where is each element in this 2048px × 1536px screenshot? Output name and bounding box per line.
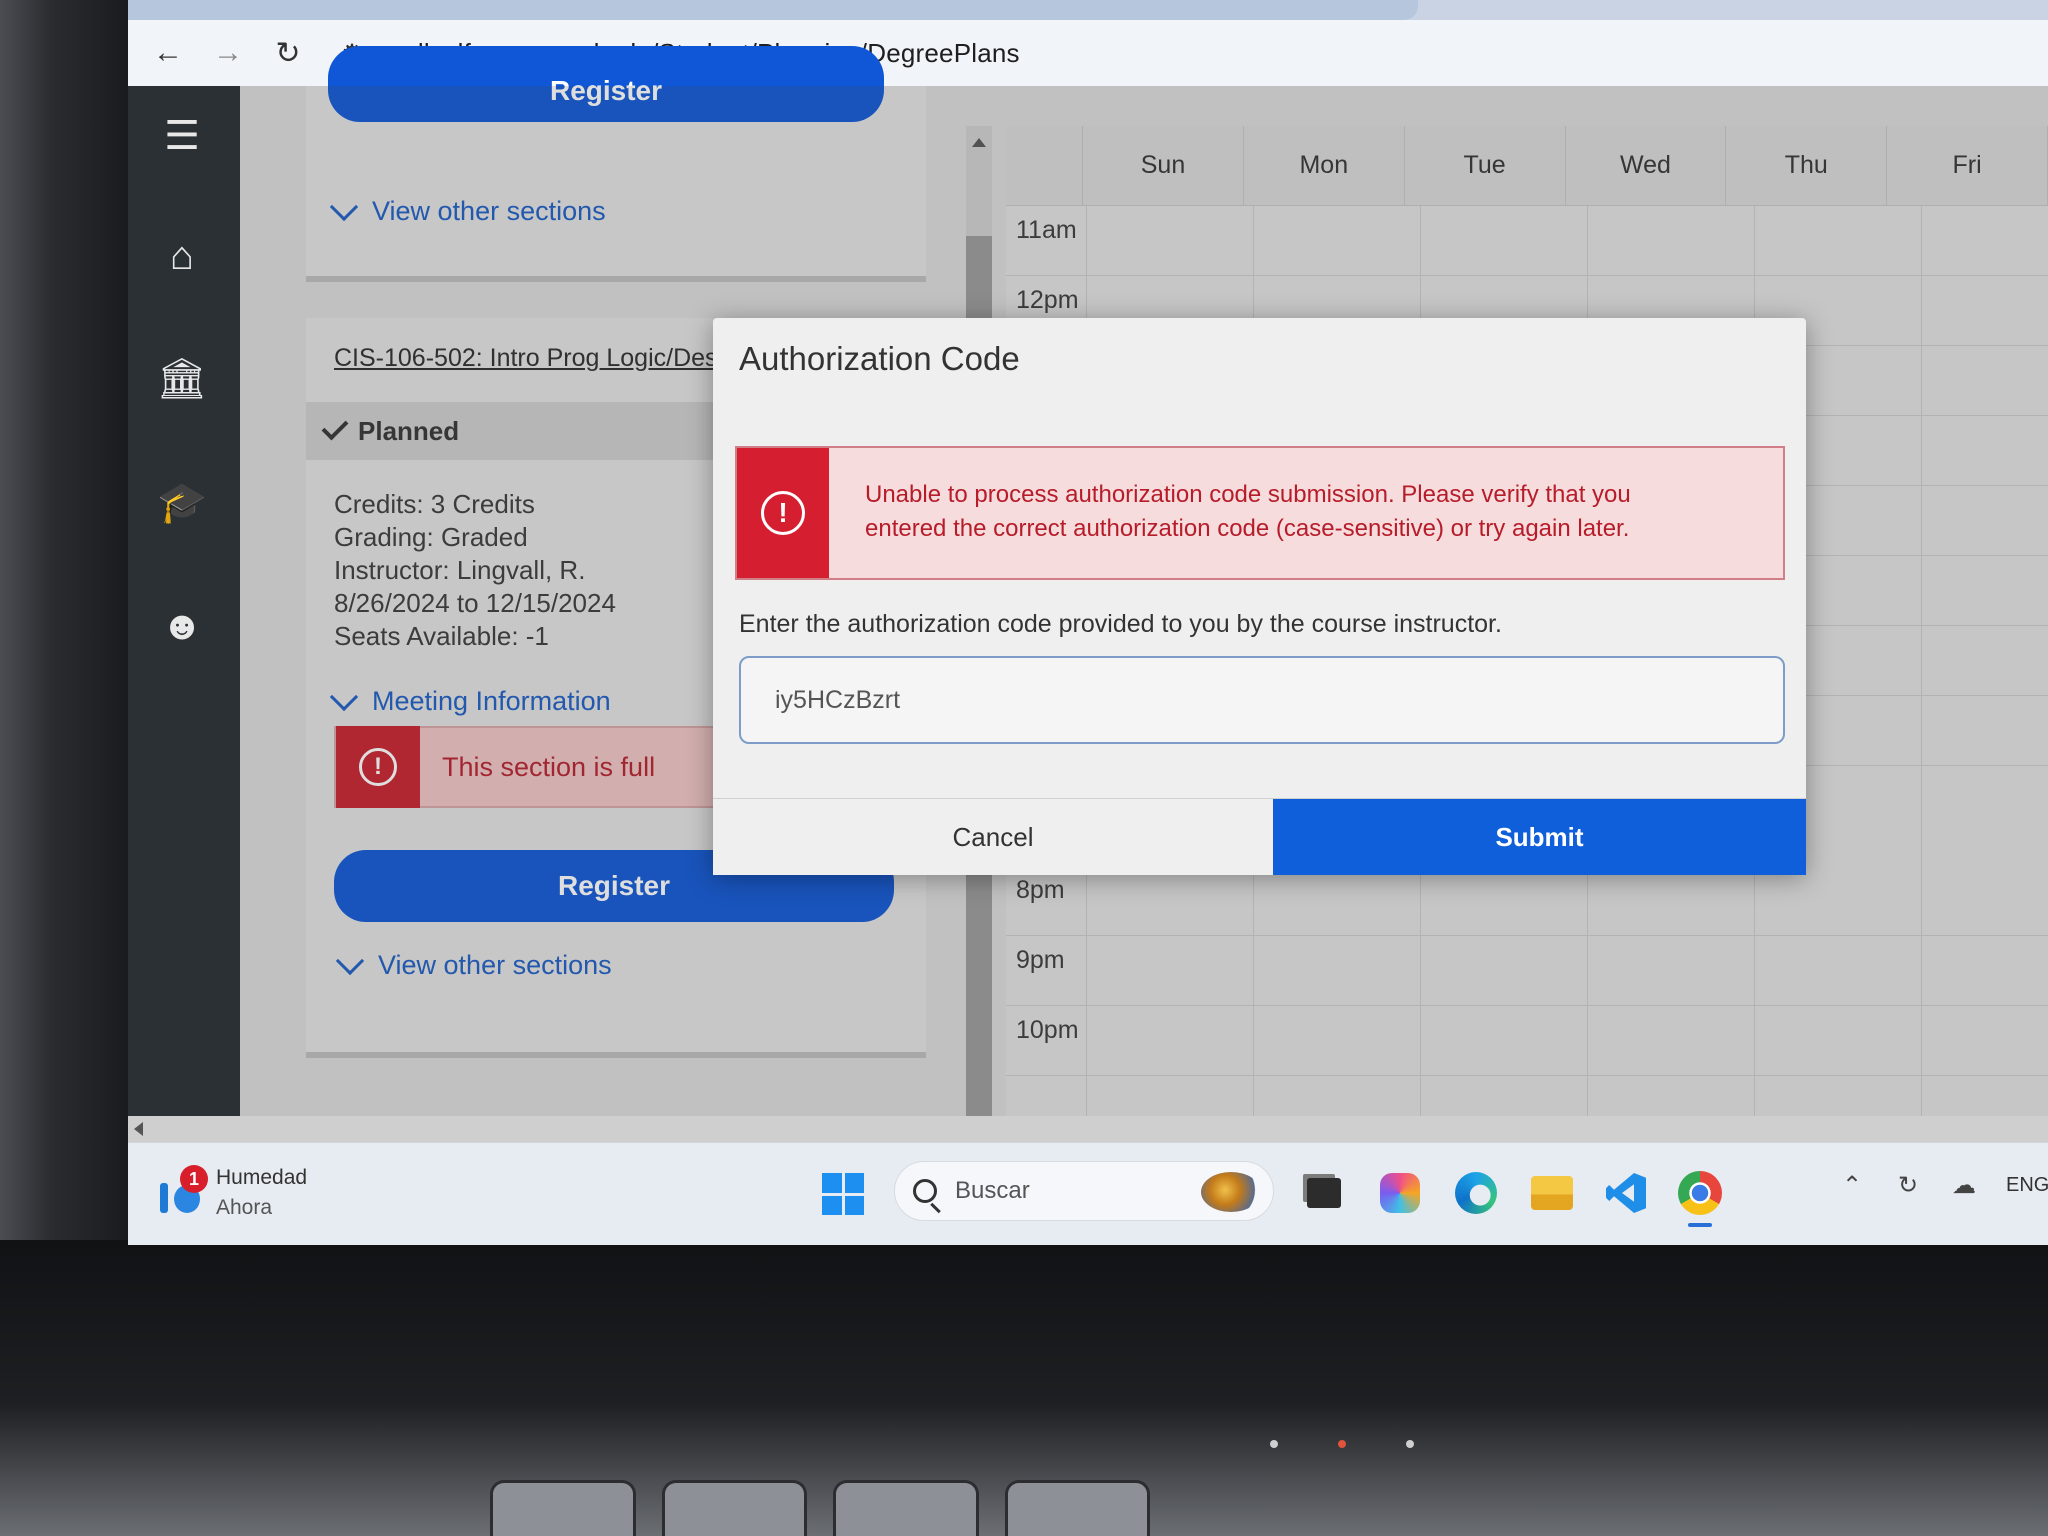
chrome-browser-icon[interactable] [1676,1169,1724,1227]
arrow-left-icon[interactable]: ← [138,23,198,83]
submit-button[interactable]: Submit [1273,799,1806,875]
windows-start-icon[interactable] [822,1173,864,1215]
search-icon [913,1179,937,1203]
task-view-icon[interactable] [1300,1169,1348,1217]
keyboard-keys [490,1480,1150,1536]
notification-badge: 1 [180,1165,208,1193]
arrow-right-icon[interactable]: → [198,23,258,83]
status-led [1270,1440,1278,1448]
vscode-shape [1606,1173,1646,1213]
authorization-code-input[interactable]: iy5HCzBzrt [739,656,1785,744]
language-indicator[interactable]: ENG [2006,1174,2048,1197]
file-explorer-icon[interactable] [1528,1169,1576,1217]
thermometer-bar [160,1183,168,1213]
status-led [1406,1440,1414,1448]
menu-icon[interactable]: ☰ [152,106,212,166]
finance-icon[interactable]: 🏛 [152,348,212,408]
copilot-shape [1380,1173,1420,1213]
keyboard-key [661,1480,807,1536]
weather-text: Humedad Ahora [216,1163,307,1223]
tab-strip [128,0,2048,20]
error-icon-box: ! [737,448,829,578]
profile-icon[interactable]: ☻ [152,596,212,656]
running-indicator [1688,1223,1712,1227]
dialog-title: Authorization Code [739,340,1020,377]
sync-icon[interactable]: ↻ [1894,1171,1922,1199]
search-placeholder: Buscar [955,1177,1030,1204]
logo-tile [844,1195,864,1215]
error-message-line2: entered the correct authorization code (… [865,515,1630,542]
screen: ← → ↻ ⚙ collselfserv.swccd.edu/Student/P… [128,0,2048,1245]
active-tab[interactable] [128,0,1418,20]
status-leds [1270,1440,1414,1448]
error-message-line1: Unable to process authorization code sub… [865,481,1631,508]
edge-browser-icon[interactable] [1452,1169,1500,1217]
authorization-code-dialog: Authorization Code ! Unable to process a… [713,318,1806,875]
app-sidebar: ☰ ⌂ 🏛 🎓 ☻ [128,86,240,1116]
cancel-button[interactable]: Cancel [713,799,1273,875]
logo-tile [822,1195,842,1215]
system-tray: ⌃ ↻ ☁ ENG [1838,1171,2048,1199]
scroll-left-arrow-icon[interactable] [134,1122,143,1136]
weather-subtitle: Ahora [216,1196,273,1219]
weather-icon: 1 [158,1165,208,1215]
keyboard-key [490,1480,636,1536]
search-highlight-icon [1201,1172,1261,1212]
copilot-icon[interactable] [1376,1169,1424,1217]
chevron-up-icon[interactable]: ⌃ [1838,1171,1866,1199]
keyboard-key [833,1480,979,1536]
edge-shape [1455,1172,1497,1214]
folder-shape [1531,1176,1573,1210]
horizontal-scrollbar[interactable] [128,1116,2048,1142]
exclamation-icon: ! [761,491,805,535]
task-view-shape [1307,1178,1341,1208]
vscode-icon[interactable] [1602,1169,1650,1217]
academics-icon[interactable]: 🎓 [152,472,212,532]
keyboard-key [1004,1480,1150,1536]
chrome-shape [1678,1171,1722,1215]
weather-widget[interactable]: 1 Humedad Ahora [158,1163,307,1223]
home-icon[interactable]: ⌂ [152,226,212,286]
cloud-offline-icon[interactable]: ☁ [1950,1171,1978,1199]
taskbar-search[interactable]: Buscar [894,1161,1274,1221]
error-alert: ! Unable to process authorization code s… [735,446,1785,580]
windows-taskbar: 1 Humedad Ahora Buscar ⌃ ↻ ☁ ENG [128,1142,2048,1245]
logo-tile [844,1173,864,1193]
error-message: Unable to process authorization code sub… [829,448,1631,578]
logo-tile [822,1173,842,1193]
reload-icon[interactable]: ↻ [258,23,318,83]
dialog-instruction: Enter the authorization code provided to… [739,610,1502,638]
weather-title: Humedad [216,1166,308,1189]
dialog-footer: Cancel Submit [713,798,1806,875]
status-led-red [1338,1440,1346,1448]
